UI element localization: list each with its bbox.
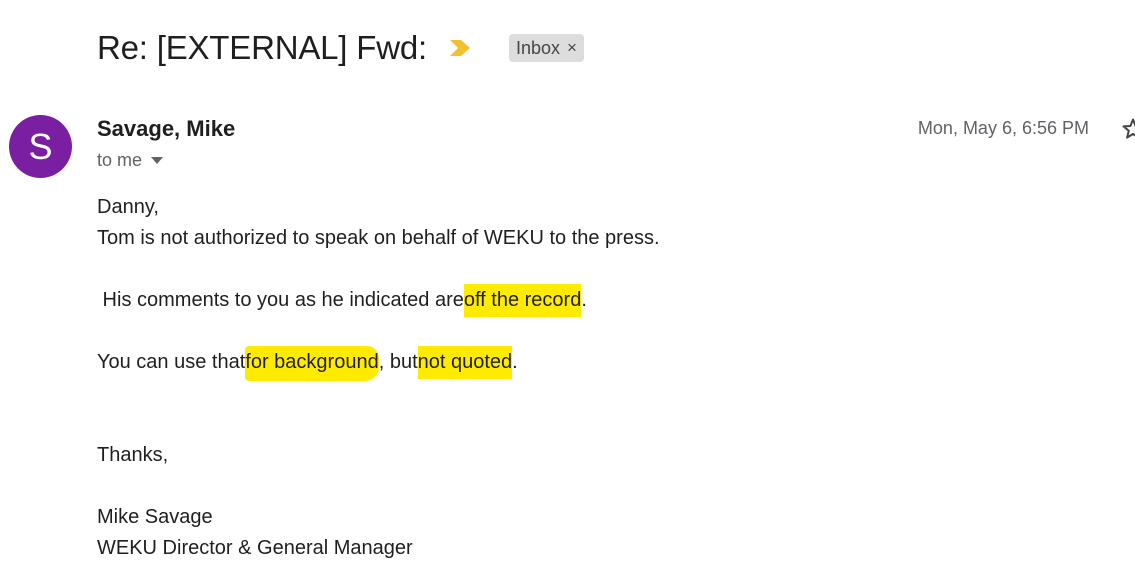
line-2-suffix: . [581,289,587,311]
email-body: Danny, Tom is not authorized to speak on… [97,192,997,564]
email-subject: Re: [EXTERNAL] Fwd: [97,29,427,66]
line-3-middle: , but [378,351,418,373]
remove-label-icon[interactable]: × [567,38,577,58]
highlight-for-background: for background [245,346,379,381]
body-closing: Thanks, [97,444,169,466]
sender-avatar[interactable]: S [9,115,72,178]
highlight-not-quoted: not quoted [417,346,513,379]
important-marker-icon[interactable] [449,39,471,57]
recipient-row: to me [97,150,164,171]
line-3-prefix: You can use that [97,351,246,373]
body-greeting: Danny, [97,196,159,218]
body-line-2: His comments to you as he indicated areo… [97,284,997,317]
inbox-label-text: Inbox [515,37,561,58]
subject-row: Re: [EXTERNAL] Fwd: Inbox × [97,26,584,70]
signature-name: Mike Savage [97,506,213,528]
email-timestamp: Mon, May 6, 6:56 PM [917,118,1089,138]
signature-title: WEKU Director & General Manager [97,537,413,559]
line-3-suffix: . [512,351,518,373]
line-2-prefix: His comments to you as he indicated are [97,289,464,311]
recipient-text: to me [97,150,143,170]
body-line-3: You can use thatfor background, butnot q… [97,346,997,381]
highlight-off-the-record: off the record [463,284,582,317]
inbox-label-chip[interactable]: Inbox × [508,34,584,62]
star-icon[interactable] [1121,117,1135,141]
show-details-chevron-down-icon[interactable] [151,157,164,164]
sender-name[interactable]: Savage, Mike [97,116,235,142]
avatar-letter: S [28,125,53,167]
body-line-1: Tom is not authorized to speak on behalf… [97,227,660,249]
